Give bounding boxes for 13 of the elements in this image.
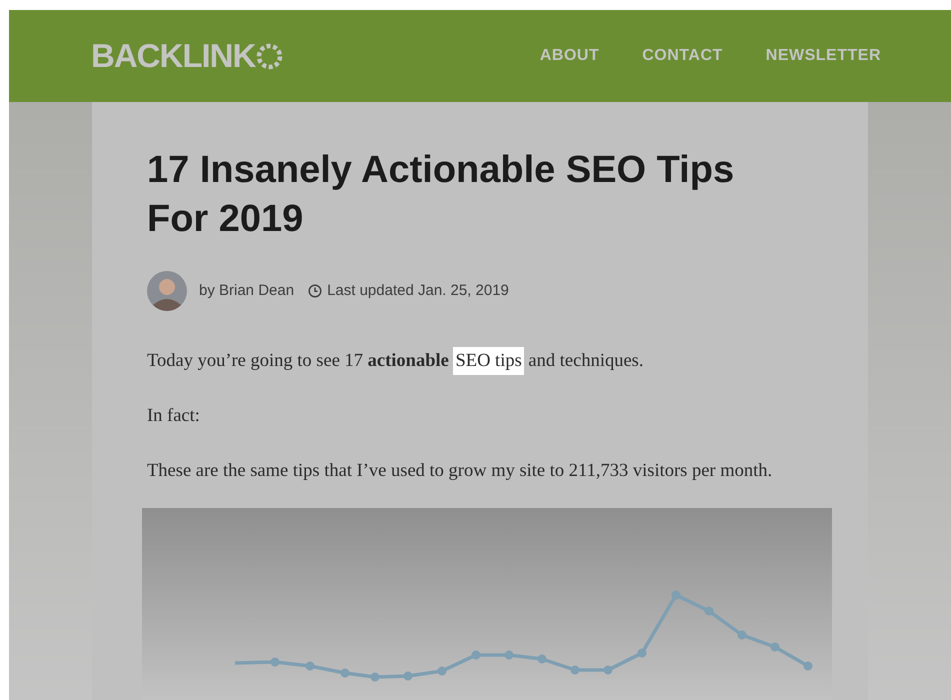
author-name: by Brian Dean	[199, 280, 294, 301]
body-paragraph: These are the same tips that I’ve used to grow my site to 211,733 visitors per month.	[147, 460, 774, 483]
nav-link[interactable]: ABOUT	[540, 44, 600, 68]
article-title: 17 Insanely Actionable SEO Tips For 2019	[147, 148, 736, 242]
site-logo[interactable]: BACKLINK	[91, 31, 256, 81]
author-avatar	[147, 271, 187, 311]
updated-date: Last updated Jan. 25, 2019	[327, 280, 509, 301]
body-paragraph: Today you’re going to see 17 actionable SEO tips and techniques.	[147, 348, 813, 375]
nav-link[interactable]: NEWSLETTER	[766, 44, 881, 68]
clock-icon	[308, 284, 322, 298]
ring-icon	[256, 42, 284, 70]
body-paragraph: In fact:	[147, 405, 201, 428]
nav-link[interactable]: CONTACT	[642, 44, 723, 68]
